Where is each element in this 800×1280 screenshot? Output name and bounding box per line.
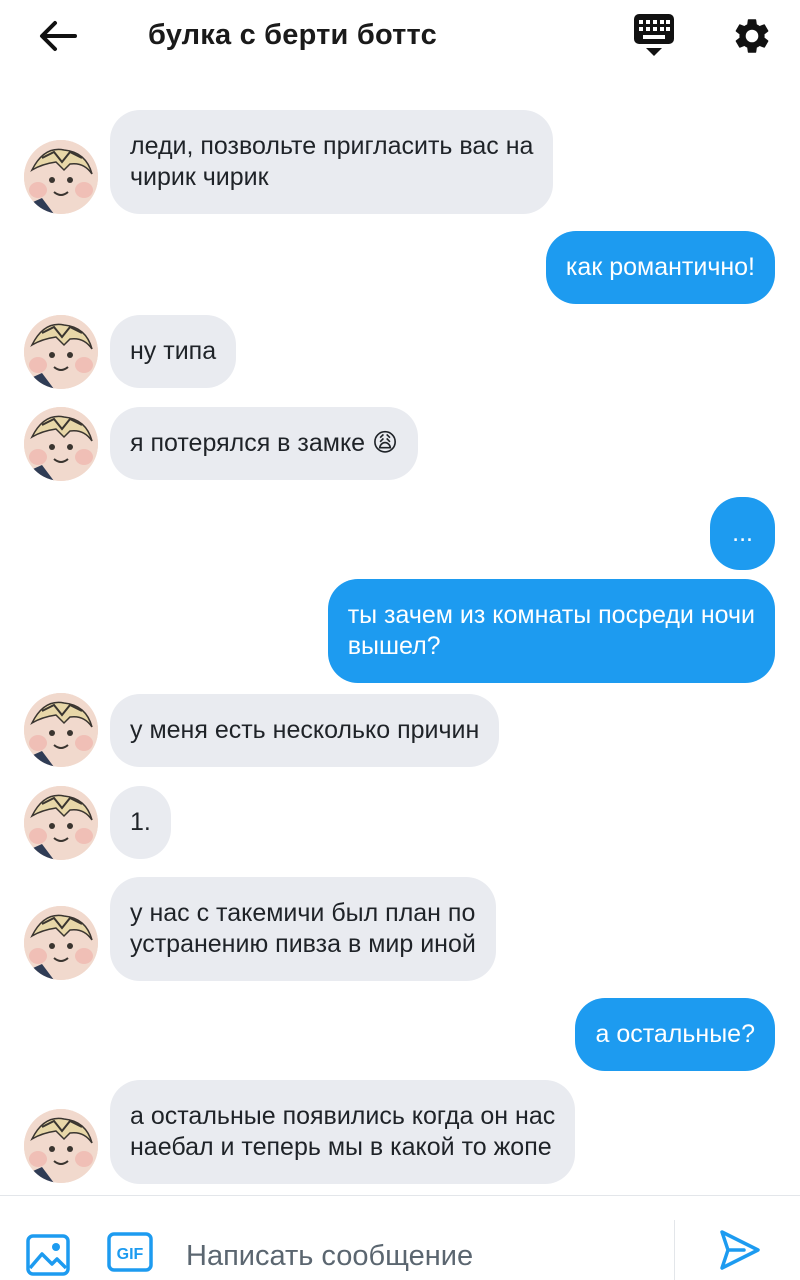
avatar-icon (24, 407, 98, 481)
message-text: ну типа (130, 337, 217, 365)
avatar[interactable] (24, 407, 98, 481)
avatar[interactable] (24, 140, 98, 214)
message-text: а остальные появились когда он нас наеба… (130, 1102, 556, 1161)
composer-bar: GIF (0, 1195, 800, 1280)
arrow-left-icon (40, 21, 77, 51)
message-text: у нас с такемичи был план по устранению … (130, 899, 476, 958)
message-text: а остальные? (595, 1020, 755, 1048)
message-text: как романтично! (565, 253, 755, 281)
message-outgoing[interactable]: ты зачем из комнаты посреди ночи вышел? (327, 579, 775, 683)
message-text: ... (732, 519, 753, 547)
gif-icon: GIF (107, 1232, 153, 1272)
message-outgoing[interactable]: ... (710, 497, 775, 570)
message-incoming[interactable]: а остальные появились когда он нас наеба… (110, 1080, 576, 1184)
media-button[interactable] (26, 1234, 72, 1278)
avatar[interactable] (24, 906, 98, 980)
composer-divider (674, 1220, 675, 1280)
message-incoming[interactable]: у меня есть несколько причин (110, 694, 500, 767)
send-button[interactable] (718, 1228, 768, 1276)
message-outgoing[interactable]: как романтично! (545, 231, 775, 304)
back-button[interactable] (30, 14, 84, 58)
avatar-icon (24, 1109, 98, 1183)
avatar-icon (24, 906, 98, 980)
keyboard-button[interactable] (626, 12, 682, 62)
gear-icon (735, 19, 769, 53)
message-input[interactable] (186, 1236, 656, 1276)
gif-button[interactable]: GIF (107, 1232, 155, 1272)
message-text: у меня есть несколько причин (130, 716, 480, 744)
avatar-icon (24, 315, 98, 389)
keyboard-icon (634, 14, 674, 56)
message-outgoing[interactable]: а остальные? (575, 998, 775, 1071)
message-incoming[interactable]: я потерялся в замке 😩 (110, 407, 419, 480)
image-icon (26, 1234, 70, 1276)
gif-label: GIF (117, 1246, 144, 1263)
message-incoming[interactable]: леди, позвольте пригласить вас на чирик … (110, 110, 554, 214)
message-text: ты зачем из комнаты посреди ночи вышел? (347, 601, 755, 660)
avatar[interactable] (24, 786, 98, 860)
avatar[interactable] (24, 693, 98, 767)
message-text: леди, позвольте пригласить вас на чирик … (130, 132, 534, 191)
message-incoming[interactable]: 1. (110, 786, 171, 859)
message-text: я потерялся в замке 😩 (130, 429, 399, 457)
avatar-icon (24, 786, 98, 860)
avatar[interactable] (24, 315, 98, 389)
settings-button[interactable] (724, 10, 780, 62)
avatar-icon (24, 693, 98, 767)
avatar-icon (24, 140, 98, 214)
chat-header: булка с берти боттс (0, 0, 800, 80)
message-incoming[interactable]: ну типа (110, 315, 237, 388)
send-icon (720, 1230, 760, 1270)
message-text: 1. (130, 808, 151, 836)
avatar[interactable] (24, 1109, 98, 1183)
message-list[interactable]: леди, позвольте пригласить вас на чирик … (0, 80, 800, 1195)
chat-title: булка с берти боттс (148, 19, 437, 51)
message-incoming[interactable]: у нас с такемичи был план по устранению … (110, 877, 496, 981)
